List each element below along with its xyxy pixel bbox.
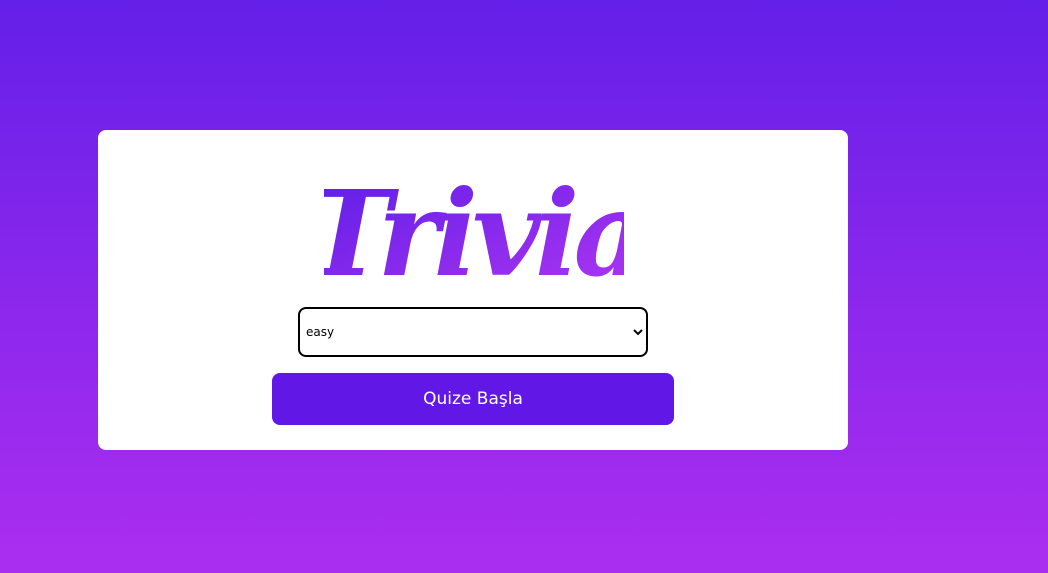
difficulty-select-wrapper: easy xyxy=(298,307,648,357)
logo-text: Trivia xyxy=(324,164,624,300)
difficulty-select[interactable]: easy xyxy=(298,307,648,357)
start-quiz-button[interactable]: Quize Başla xyxy=(272,373,674,425)
trivia-logo: Trivia xyxy=(324,160,624,300)
start-card: Trivia easy Quize Başla xyxy=(98,130,848,450)
